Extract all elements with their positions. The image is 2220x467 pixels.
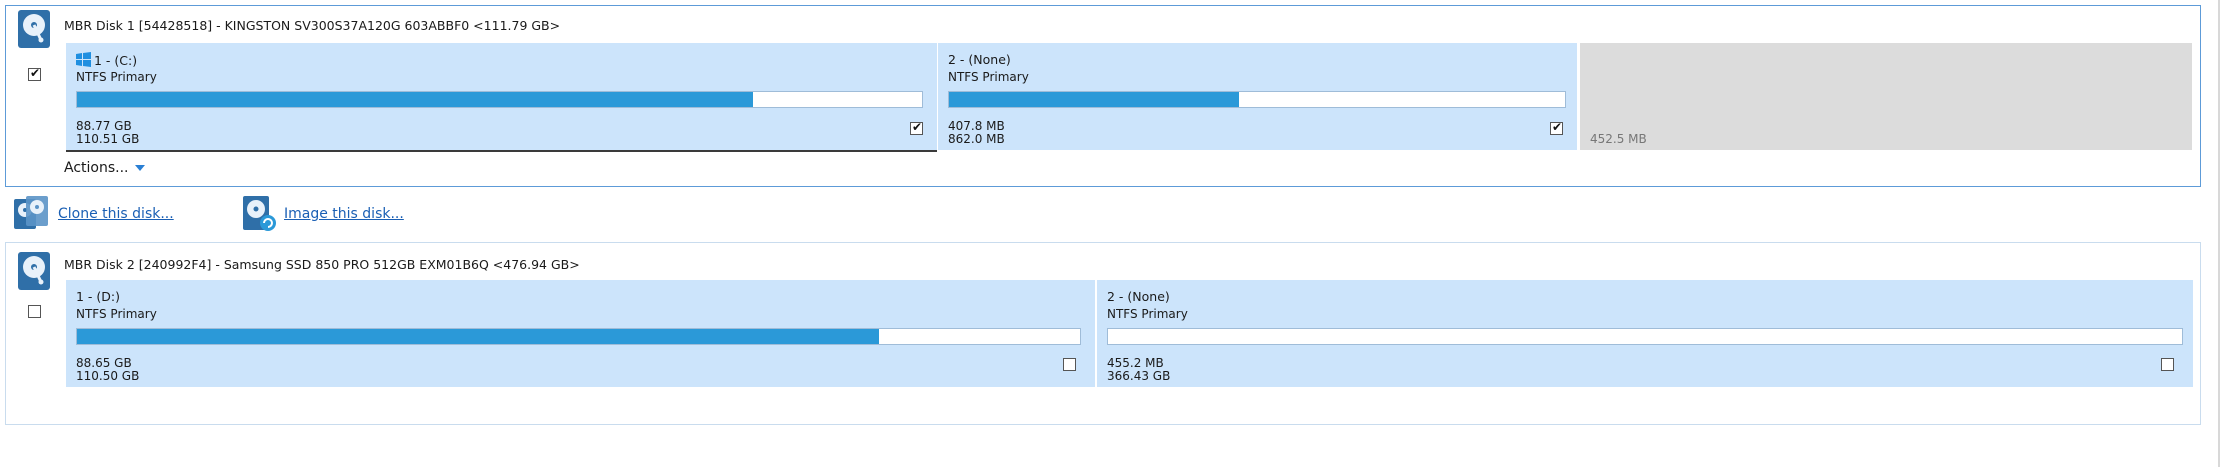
usage-bar-fill <box>77 92 753 107</box>
clone-disk-icon[interactable] <box>13 195 49 233</box>
disk-panel-1[interactable]: MBR Disk 1 [54428518] - KINGSTON SV300S3… <box>5 5 2201 187</box>
partition-name: 1 - (D:) <box>76 289 121 304</box>
usage-bar <box>76 91 923 108</box>
usage-bar-fill <box>77 329 880 344</box>
partition-checkbox[interactable] <box>1063 358 1076 371</box>
used-size: 88.77 GB <box>76 119 132 133</box>
partition-type: NTFS Primary <box>948 70 1029 84</box>
windows-icon <box>76 52 91 70</box>
usage-bar <box>1107 328 2183 345</box>
partition-c[interactable]: 1 - (C:) NTFS Primary 88.77 GB 110.51 GB <box>66 43 937 152</box>
usage-bar-fill <box>949 92 1239 107</box>
used-size: 407.8 MB <box>948 119 1005 133</box>
unallocated-space[interactable]: 452.5 MB <box>1580 43 2192 150</box>
total-size: 110.50 GB <box>76 369 140 383</box>
partition-type: NTFS Primary <box>76 307 157 321</box>
image-disk-icon[interactable] <box>242 195 278 233</box>
partition-type: NTFS Primary <box>76 70 157 84</box>
disk-select-checkbox[interactable] <box>28 305 41 318</box>
used-size: 88.65 GB <box>76 356 132 370</box>
partition-name: 1 - (C:) <box>76 52 137 70</box>
partition-2[interactable]: 2 - (None) NTFS Primary 455.2 MB 366.43 … <box>1097 280 2193 387</box>
usage-bar <box>76 328 1081 345</box>
total-size: 366.43 GB <box>1107 369 1171 383</box>
used-size: 455.2 MB <box>1107 356 1164 370</box>
partition-checkbox[interactable] <box>1550 120 1563 135</box>
usage-bar <box>948 91 1566 108</box>
hard-disk-icon <box>17 251 51 291</box>
image-disk-link[interactable]: Image this disk... <box>284 206 404 222</box>
clone-disk-link[interactable]: Clone this disk... <box>58 206 174 222</box>
actions-dropdown[interactable]: Actions... <box>64 160 145 176</box>
disk-select-checkbox[interactable] <box>28 66 41 81</box>
partition-checkbox[interactable] <box>910 120 923 135</box>
total-size: 862.0 MB <box>948 132 1005 146</box>
partition-checkbox[interactable] <box>2161 358 2174 371</box>
disk-panel-2[interactable]: MBR Disk 2 [240992F4] - Samsung SSD 850 … <box>5 242 2201 425</box>
disk-title: MBR Disk 2 [240992F4] - Samsung SSD 850 … <box>64 257 580 272</box>
unallocated-size: 452.5 MB <box>1590 132 1647 146</box>
partition-d[interactable]: 1 - (D:) NTFS Primary 88.65 GB 110.50 GB <box>66 280 1095 387</box>
actions-label: Actions... <box>64 160 129 176</box>
partition-name: 2 - (None) <box>948 52 1011 67</box>
partition-2[interactable]: 2 - (None) NTFS Primary 407.8 MB 862.0 M… <box>938 43 1577 150</box>
partition-name: 2 - (None) <box>1107 289 1170 304</box>
hard-disk-icon <box>17 9 51 49</box>
disk-title: MBR Disk 1 [54428518] - KINGSTON SV300S3… <box>64 18 561 33</box>
total-size: 110.51 GB <box>76 132 140 146</box>
partition-type: NTFS Primary <box>1107 307 1188 321</box>
chevron-down-icon <box>134 165 145 171</box>
